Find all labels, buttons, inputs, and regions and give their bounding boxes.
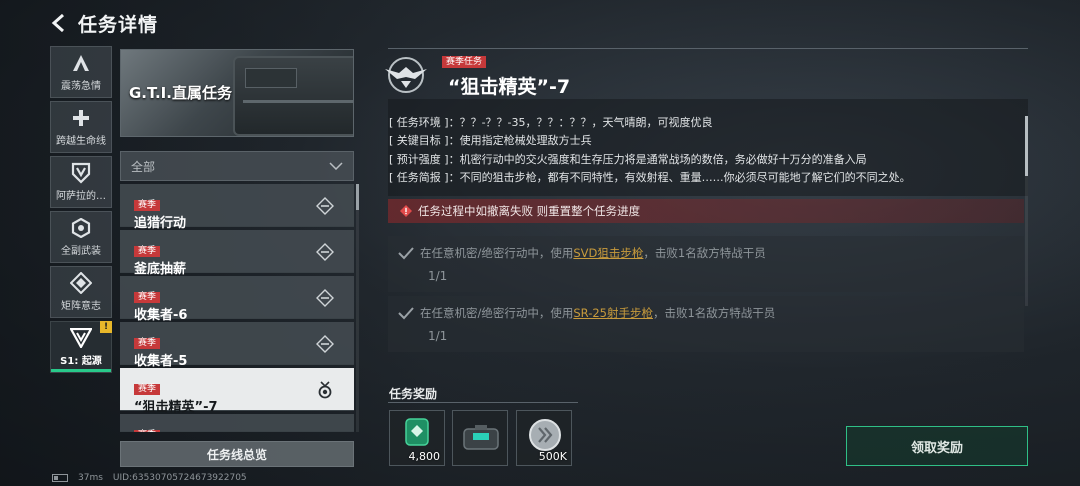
- locked-icon: [316, 243, 334, 261]
- info-briefing: [ 任务简报 ]：不同的狙击步枪，都有不同特性，有效射程、重量……你必须尽可能地…: [389, 170, 911, 184]
- scroll-thumb[interactable]: [1025, 116, 1028, 176]
- rail-item-label: S1: 起源: [60, 356, 102, 367]
- uid-readout: UID:635307057246739227​05: [112, 473, 247, 483]
- locked-icon: [316, 335, 334, 353]
- rail-item-label: 矩阵意志: [61, 301, 101, 312]
- chevron-down-icon: [329, 159, 343, 173]
- season-tag: 赛季: [134, 200, 161, 211]
- triangle-v-icon: [70, 327, 92, 349]
- detail-scrollbar[interactable]: [1025, 116, 1028, 306]
- warning-icon: [400, 205, 412, 217]
- medal-icon: [318, 381, 332, 399]
- list-item[interactable]: 赛季 收集者-6: [120, 276, 354, 323]
- rail-item-label: 阿萨拉的…: [56, 191, 106, 202]
- eagle-emblem-icon: [385, 57, 427, 93]
- list-item-selected[interactable]: 赛季 “狙击精英”-7: [120, 368, 354, 415]
- season-tag: 赛季: [134, 338, 161, 349]
- rail-item-asala[interactable]: 阿萨拉的…: [50, 156, 112, 208]
- status-footer: 37ms UID:635307057246739227​05: [52, 473, 247, 483]
- rail-item-label: 全副武装: [61, 246, 101, 257]
- scroll-thumb[interactable]: [356, 184, 359, 210]
- warning-banner: 任务过程中如撤离失败 则重置整个任务进度: [388, 199, 1024, 223]
- rail-item-matrix[interactable]: 矩阵意志: [50, 266, 112, 318]
- season-tag: 赛季: [134, 292, 161, 303]
- season-tag: 赛季: [134, 430, 161, 432]
- list-item[interactable]: 赛季 收集者-5: [120, 322, 354, 369]
- hex-gear-icon: [71, 217, 91, 239]
- claim-reward-button[interactable]: 领取奖励: [846, 426, 1028, 466]
- mission-info-panel: [ 任务环境 ]：？？-？？-35，？？：？？，天气晴朗，可视度优良 [ 关键目…: [388, 99, 1028, 196]
- objective-progress: 1/1: [428, 329, 448, 343]
- task-list: 赛季 追猎行动 赛季 釜底抽薪 赛季 收集者-6 赛季 收集者-5 赛季 “狙击…: [120, 184, 354, 432]
- reward-amount: 4,800: [408, 450, 441, 463]
- detail-divider: [388, 48, 1028, 49]
- objective-item: 在任意机密/绝密行动中，使用 SVD狙击步枪 ，击败1名敌方特战干员 1/1: [388, 236, 1024, 292]
- info-intensity: [ 预计强度 ]：机密行动中的交火强度和生存压力将是通常战场的数倍，务必做好十万…: [389, 152, 867, 166]
- list-item[interactable]: 赛季 追猎行动: [120, 184, 354, 231]
- checkmark-icon: [398, 307, 414, 320]
- rail-item-label: 跨越生命线: [56, 136, 106, 147]
- battery-icon: [52, 474, 68, 482]
- reward-item[interactable]: 4,800: [389, 410, 445, 466]
- reward-amount: 500K: [538, 450, 567, 463]
- season-tag: 赛季: [134, 384, 161, 395]
- task-line-banner: G.T.I.直属任务: [120, 49, 354, 137]
- diamond-arrows-icon: [70, 272, 92, 294]
- rail-item-lifeline[interactable]: 跨越生命线: [50, 101, 112, 153]
- list-item[interactable]: 赛季: [120, 414, 354, 432]
- rail-item-label: 震荡急情: [61, 81, 101, 92]
- alert-badge: !: [100, 321, 112, 333]
- shield-v-icon: [71, 162, 91, 184]
- filter-dropdown[interactable]: 全部: [120, 151, 354, 181]
- task-line-overview-button[interactable]: 任务线总览: [120, 441, 354, 467]
- filter-selected: 全部: [131, 159, 156, 174]
- crate-image: [233, 56, 353, 136]
- weapon-link[interactable]: SVD狙击步枪: [573, 245, 643, 261]
- mission-title: “狙击精英”-7: [448, 76, 571, 98]
- reward-item[interactable]: [452, 410, 508, 466]
- info-environment: [ 任务环境 ]：？？-？？-35，？？：？？，天气晴朗，可视度优良: [389, 116, 713, 129]
- warning-text: 任务过程中如撤离失败 则重置整个任务进度: [418, 204, 641, 218]
- ping-readout: 37ms: [78, 473, 103, 483]
- list-item[interactable]: 赛季 釜底抽薪: [120, 230, 354, 277]
- reward-item[interactable]: 500K: [516, 410, 572, 466]
- locked-icon: [316, 197, 334, 215]
- objective-progress: 1/1: [428, 269, 448, 283]
- locked-icon: [316, 289, 334, 307]
- rail-item-armed[interactable]: 全副武装: [50, 211, 112, 263]
- page-header: 任务详情: [48, 8, 158, 38]
- season-tag: 赛季: [134, 246, 161, 257]
- rail-item-season-origin[interactable]: ! S1: 起源: [50, 321, 112, 373]
- rewards-divider: [388, 402, 578, 403]
- season-task-tag: 赛季任务: [442, 56, 487, 68]
- objective-item: 在任意机密/绝密行动中，使用 SR-25射手步枪 ，击败1名敌方特战干员 1/1: [388, 296, 1024, 352]
- rail-item-shock[interactable]: 震荡急情: [50, 46, 112, 98]
- info-key-target: [ 关键目标 ]：使用指定枪械处理敌方士兵: [389, 134, 592, 148]
- equipment-case-icon: [463, 425, 499, 450]
- medical-cross-icon: [71, 107, 91, 129]
- banner-title: G.T.I.直属任务: [129, 84, 232, 102]
- category-rail: 震荡急情 跨越生命线 阿萨拉的… 全副武装 矩阵意志 ! S1: 起源: [50, 46, 112, 376]
- page-title: 任务详情: [78, 13, 159, 36]
- rewards-label: 任务奖励: [389, 387, 438, 401]
- a-chevron-icon: [71, 52, 91, 74]
- checkmark-icon: [398, 247, 414, 260]
- task-list-scrollbar[interactable]: [356, 184, 359, 432]
- back-arrow-icon[interactable]: [48, 12, 70, 34]
- weapon-link[interactable]: SR-25射手步枪: [573, 305, 653, 321]
